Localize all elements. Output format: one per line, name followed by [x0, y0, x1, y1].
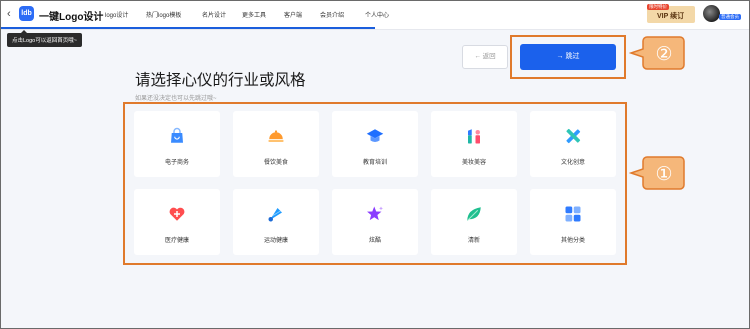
member-badge: 普通会员 — [719, 14, 741, 20]
lipstick-icon — [468, 129, 480, 144]
category-label: 运动健康 — [263, 238, 288, 244]
category-label: 餐饮美食 — [263, 160, 288, 166]
category-label: 教育培训 — [362, 160, 387, 166]
category-fresh[interactable]: 清新 — [431, 189, 517, 255]
category-cool[interactable]: 炫酷 — [332, 189, 418, 255]
callout-marker-1: ① — [629, 156, 685, 190]
pencil-ruler-icon — [566, 128, 581, 144]
category-food[interactable]: 餐饮美食 — [233, 111, 319, 177]
nav-item-client[interactable]: 客户端 — [284, 10, 302, 19]
graduation-cap-icon — [366, 129, 384, 142]
nav-item-profile[interactable]: 个人中心 — [365, 10, 389, 19]
nav-item-hot-templates[interactable]: 热门logo模板 — [146, 10, 181, 19]
vip-promo-badge: 限时特价 — [647, 4, 669, 10]
category-education[interactable]: 教育培训 — [332, 111, 418, 177]
category-label: 电子商务 — [164, 160, 189, 166]
app-window: ‹ ldb 一键Logo设计 logo设计 热门logo模板 名片设计 更多工具… — [0, 0, 750, 329]
back-button[interactable]: ← 返回 — [462, 45, 508, 69]
top-nav-bar: ‹ ldb 一键Logo设计 logo设计 热门logo模板 名片设计 更多工具… — [1, 1, 749, 30]
medical-heart-icon — [169, 207, 185, 221]
svg-text:①: ① — [655, 163, 672, 185]
back-chevron-icon[interactable]: ‹ — [7, 8, 11, 20]
skip-button[interactable]: → 跳过 — [520, 44, 616, 70]
food-cloche-icon — [268, 130, 284, 142]
grid-icon — [565, 206, 581, 222]
nav-item-membership[interactable]: 会员介绍 — [320, 10, 344, 19]
category-label: 其他分类 — [560, 238, 585, 244]
nav-item-more-tools[interactable]: 更多工具 — [242, 10, 266, 19]
vip-label: VIP 续订 — [657, 13, 685, 20]
category-label: 文化创意 — [560, 160, 585, 166]
category-other[interactable]: 其他分类 — [530, 189, 616, 255]
brand-name[interactable]: 一键Logo设计 — [39, 8, 103, 23]
category-label: 炫酷 — [368, 238, 381, 244]
svg-text:②: ② — [655, 43, 672, 65]
logo-icon[interactable]: ldb — [19, 6, 34, 21]
shuttlecock-icon — [268, 208, 282, 222]
category-label: 清新 — [467, 238, 480, 244]
category-label: 美妆美容 — [461, 160, 486, 166]
avatar[interactable] — [703, 5, 720, 22]
category-sports[interactable]: 运动健康 — [233, 189, 319, 255]
nav-item-logo-design[interactable]: logo设计 — [105, 10, 128, 19]
category-beauty[interactable]: 美妆美容 — [431, 111, 517, 177]
callout-marker-2: ② — [629, 36, 685, 70]
category-ecommerce[interactable]: 电子商务 — [134, 111, 220, 177]
page-subtitle: 如果还没决定也可以先跳过哦~ — [135, 96, 217, 102]
category-creative[interactable]: 文化创意 — [530, 111, 616, 177]
category-label: 医疗健康 — [164, 238, 189, 244]
category-medical[interactable]: 医疗健康 — [134, 189, 220, 255]
star-icon — [367, 206, 384, 221]
logo-tooltip: 点击Logo可以返回首页哦~ — [7, 30, 82, 47]
progress-bar — [1, 27, 375, 29]
page-title: 请选择心仪的行业或风格 — [135, 72, 306, 89]
leaf-icon — [467, 207, 481, 221]
shopping-bag-icon — [171, 127, 183, 143]
nav-item-card-design[interactable]: 名片设计 — [202, 10, 226, 19]
